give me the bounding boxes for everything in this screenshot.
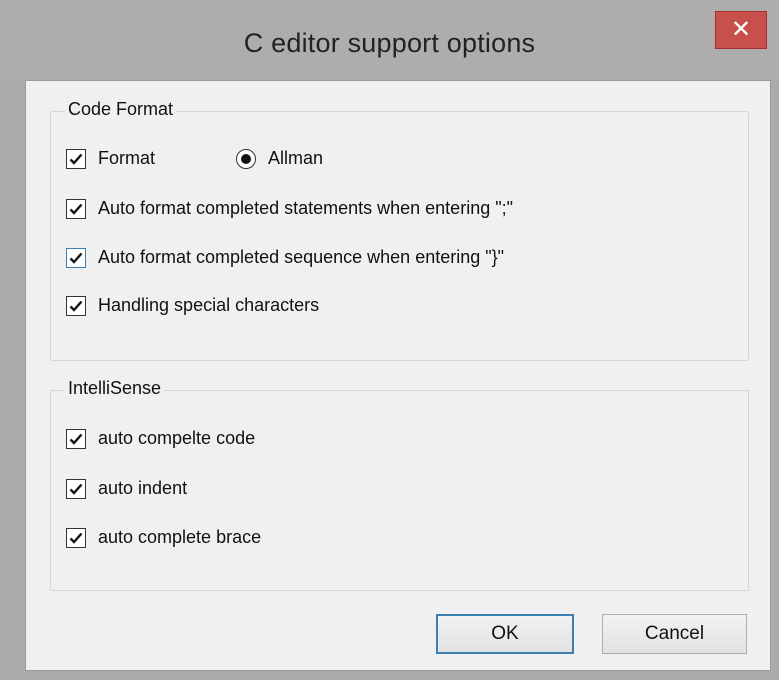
checkmark-icon <box>69 252 83 264</box>
format-checkbox[interactable] <box>66 148 86 169</box>
special-label: Handling special characters <box>98 295 320 315</box>
intellisense-group: IntelliSense auto compelte code auto ind… <box>50 378 749 591</box>
close-button[interactable]: ✕ <box>715 11 767 49</box>
complete-code-checkbox-row[interactable]: auto compelte code <box>66 428 255 449</box>
allman-radio-row[interactable]: Allman <box>236 148 323 169</box>
complete-code-checkbox[interactable] <box>66 428 86 449</box>
ok-button[interactable]: OK <box>436 614 574 654</box>
special-checkbox[interactable] <box>66 295 86 316</box>
statements-checkbox-row[interactable]: Auto format completed statements when en… <box>66 198 513 219</box>
complete-code-label: auto compelte code <box>98 428 256 448</box>
checkmark-icon <box>69 483 83 495</box>
checkmark-icon <box>69 153 83 165</box>
format-label: Format <box>98 148 156 168</box>
intellisense-legend: IntelliSense <box>65 378 165 399</box>
indent-label: auto indent <box>98 478 188 498</box>
indent-checkbox[interactable] <box>66 478 86 499</box>
dialog-client-area: Code Format Format Allman Auto format co… <box>25 80 771 671</box>
indent-checkbox-row[interactable]: auto indent <box>66 478 187 499</box>
sequence-checkbox[interactable] <box>66 247 86 268</box>
dialog-title: C editor support options <box>243 28 536 58</box>
allman-radio[interactable] <box>236 148 256 169</box>
checkmark-icon <box>69 532 83 544</box>
cancel-button[interactable]: Cancel <box>602 614 747 654</box>
checkmark-icon <box>69 300 83 312</box>
close-icon: ✕ <box>730 15 752 43</box>
brace-checkbox-row[interactable]: auto complete brace <box>66 527 261 548</box>
checkmark-icon <box>69 433 83 445</box>
statements-checkbox[interactable] <box>66 198 86 219</box>
sequence-label: Auto format completed sequence when ente… <box>98 247 505 267</box>
brace-label: auto complete brace <box>98 527 262 547</box>
sequence-checkbox-row[interactable]: Auto format completed sequence when ente… <box>66 247 504 268</box>
special-checkbox-row[interactable]: Handling special characters <box>66 295 319 316</box>
allman-label: Allman <box>268 148 324 168</box>
code-format-group: Code Format Format Allman Auto format co… <box>50 99 749 361</box>
code-format-legend: Code Format <box>65 99 177 120</box>
title-bar[interactable]: C editor support options ✕ <box>0 0 779 80</box>
dialog-window: C editor support options ✕ Code Format F… <box>0 0 779 680</box>
brace-checkbox[interactable] <box>66 527 86 548</box>
format-checkbox-row[interactable]: Format <box>66 148 155 169</box>
statements-label: Auto format completed statements when en… <box>98 198 513 218</box>
checkmark-icon <box>69 203 83 215</box>
